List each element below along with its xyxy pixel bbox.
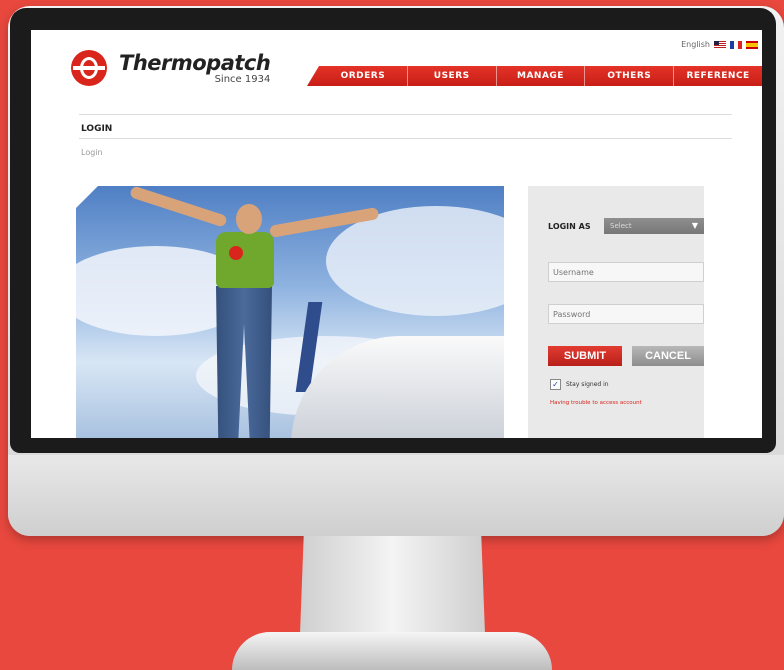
thermopatch-logo-icon xyxy=(71,50,107,86)
divider xyxy=(79,138,732,139)
language-label[interactable]: English xyxy=(681,40,710,49)
submit-button[interactable]: SUBMIT xyxy=(548,346,622,366)
breadcrumb[interactable]: Login xyxy=(81,148,103,157)
logo-name: Thermopatch xyxy=(119,50,271,75)
username-input[interactable] xyxy=(548,262,704,282)
logo-since: Since 1934 xyxy=(214,73,271,85)
nav-item-others[interactable]: OTHERS xyxy=(584,66,673,86)
login-panel: LOGIN AS Select ▼ SUBMIT CANCEL ✓ Stay s… xyxy=(528,186,704,438)
password-input[interactable] xyxy=(548,304,704,324)
stay-signed-in[interactable]: ✓ Stay signed in xyxy=(550,379,609,390)
fr-flag-icon[interactable] xyxy=(730,40,742,49)
main-nav: ORDERS USERS MANAGE OTHERS REFERENCE xyxy=(307,66,762,86)
login-as-select[interactable]: Select ▼ xyxy=(604,218,704,234)
monitor-base xyxy=(232,632,552,670)
hero-image xyxy=(76,186,504,438)
browser-screen: English Thermopatch Since 1934 ORDERS US… xyxy=(31,30,762,438)
login-as-label: LOGIN AS xyxy=(548,222,591,231)
nav-item-reference[interactable]: REFERENCE xyxy=(673,66,762,86)
logo[interactable]: Thermopatch Since 1934 xyxy=(71,50,271,86)
stay-signed-in-checkbox[interactable]: ✓ xyxy=(550,379,561,390)
cancel-button[interactable]: CANCEL xyxy=(632,346,704,366)
nav-item-manage[interactable]: MANAGE xyxy=(495,66,585,86)
nav-item-users[interactable]: USERS xyxy=(406,66,496,86)
language-selector[interactable]: English xyxy=(681,40,758,49)
hero-corner-fold xyxy=(76,186,98,208)
page-title: LOGIN xyxy=(81,124,113,134)
login-as-select-value: Select xyxy=(610,222,632,230)
us-flag-icon[interactable] xyxy=(714,40,726,49)
monitor-chin xyxy=(8,455,784,536)
divider xyxy=(79,114,732,115)
trouble-access-link[interactable]: Having trouble to access account xyxy=(550,400,642,406)
es-flag-icon[interactable] xyxy=(746,40,758,49)
chevron-down-icon: ▼ xyxy=(691,221,698,230)
nav-item-orders[interactable]: ORDERS xyxy=(307,66,407,86)
stay-signed-in-label: Stay signed in xyxy=(566,381,609,388)
monitor-stand xyxy=(300,536,485,634)
